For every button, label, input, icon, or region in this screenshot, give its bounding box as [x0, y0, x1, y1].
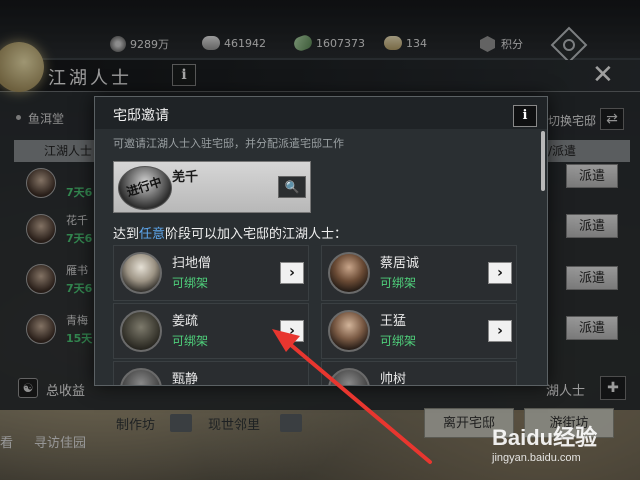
dialog-description: 可邀请江湖人士入驻宅邸，并分配派遣宅邸工作: [113, 137, 344, 150]
candidate-card[interactable]: 帅树: [321, 361, 517, 385]
dialog-title: 宅邸邀请: [113, 108, 169, 124]
chevron-right-icon[interactable]: ›: [488, 262, 512, 284]
avatar: [120, 310, 162, 352]
search-icon: 🔍: [284, 180, 300, 194]
chevron-right-icon[interactable]: ›: [488, 320, 512, 342]
candidate-card[interactable]: 姜疏 可绑架 ›: [113, 303, 309, 359]
search-button[interactable]: 🔍: [278, 176, 306, 198]
residence-invite-dialog: 宅邸邀请 i 可邀请江湖人士入驻宅邸，并分配派遣宅邸工作 进行中 羌千 🔍 达到…: [94, 96, 548, 386]
chevron-right-icon[interactable]: ›: [280, 320, 304, 342]
invitee-name: 羌千: [172, 170, 199, 185]
candidate-card[interactable]: 蔡居诚 可绑架 ›: [321, 245, 517, 301]
avatar: [120, 368, 162, 385]
avatar: [328, 252, 370, 294]
bindable-tag: 可绑架: [172, 334, 209, 348]
dialog-info-button[interactable]: i: [513, 105, 537, 127]
avatar: [328, 368, 370, 385]
bindable-tag: 可绑架: [380, 334, 417, 348]
chevron-right-icon[interactable]: ›: [280, 262, 304, 284]
bindable-tag: 可绑架: [380, 276, 417, 290]
dialog-header: 宅邸邀请 i: [95, 97, 547, 129]
avatar: [328, 310, 370, 352]
candidate-card[interactable]: 扫地僧 可绑架 ›: [113, 245, 309, 301]
stage-requirement: 达到任意阶段可以加入宅邸的江湖人士：: [113, 227, 348, 242]
bindable-tag: 可绑架: [172, 276, 209, 290]
avatar: [120, 252, 162, 294]
watermark-logo: Baidu经验: [492, 425, 598, 450]
watermark-url: jingyan.baidu.com: [492, 452, 581, 464]
current-invitee-card[interactable]: 进行中 羌千 🔍: [113, 161, 311, 213]
candidate-card[interactable]: 王猛 可绑架 ›: [321, 303, 517, 359]
baidu-watermark: Baidu经验 jingyan.baidu.com: [492, 416, 632, 476]
stage-highlight: 任意: [139, 227, 166, 242]
scrollbar[interactable]: [541, 131, 545, 191]
candidate-card[interactable]: 甄静: [113, 361, 309, 385]
